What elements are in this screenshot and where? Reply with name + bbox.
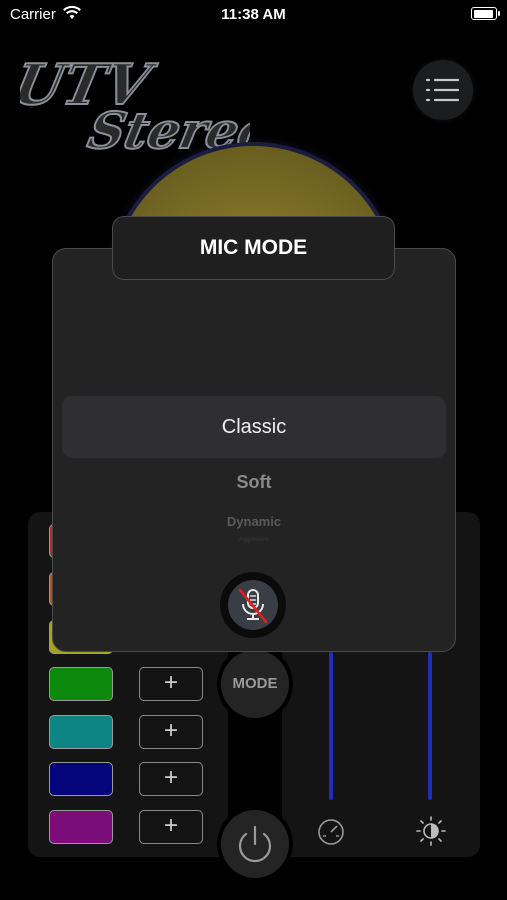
color-swatch-6[interactable] (49, 762, 113, 796)
color-swatch-4[interactable] (49, 667, 113, 701)
dialog-title: MIC MODE (112, 216, 395, 280)
speed-slider[interactable] (329, 652, 333, 800)
battery-icon (471, 7, 500, 20)
add-color-button-7[interactable]: + (139, 810, 203, 844)
mic-toggle-button[interactable] (220, 572, 286, 638)
mode-button[interactable]: MODE (221, 650, 289, 718)
brightness-icon (416, 816, 446, 846)
color-swatch-7[interactable] (49, 810, 113, 844)
add-color-button-4[interactable]: + (139, 667, 203, 701)
add-color-button-5[interactable]: + (139, 715, 203, 749)
color-swatch-5[interactable] (49, 715, 113, 749)
picker-option-dynamic[interactable]: Dynamic (62, 513, 446, 531)
list-menu-icon (425, 78, 460, 102)
status-bar: Carrier 11:38 AM (0, 0, 507, 30)
picker-option-aggressive[interactable]: Aggressive (62, 536, 446, 544)
speedometer-icon (318, 819, 344, 845)
mic-off-icon (238, 588, 268, 624)
power-button[interactable] (221, 810, 289, 878)
add-color-button-6[interactable]: + (139, 762, 203, 796)
power-icon (238, 825, 272, 863)
status-time: 11:38 AM (221, 6, 286, 23)
menu-button[interactable] (413, 60, 473, 120)
brightness-slider[interactable] (428, 652, 432, 800)
picker-option-classic[interactable]: Classic (62, 396, 446, 458)
picker-option-soft[interactable]: Soft (62, 470, 446, 494)
utv-stereo-logo: UTV Stereo (20, 52, 250, 161)
